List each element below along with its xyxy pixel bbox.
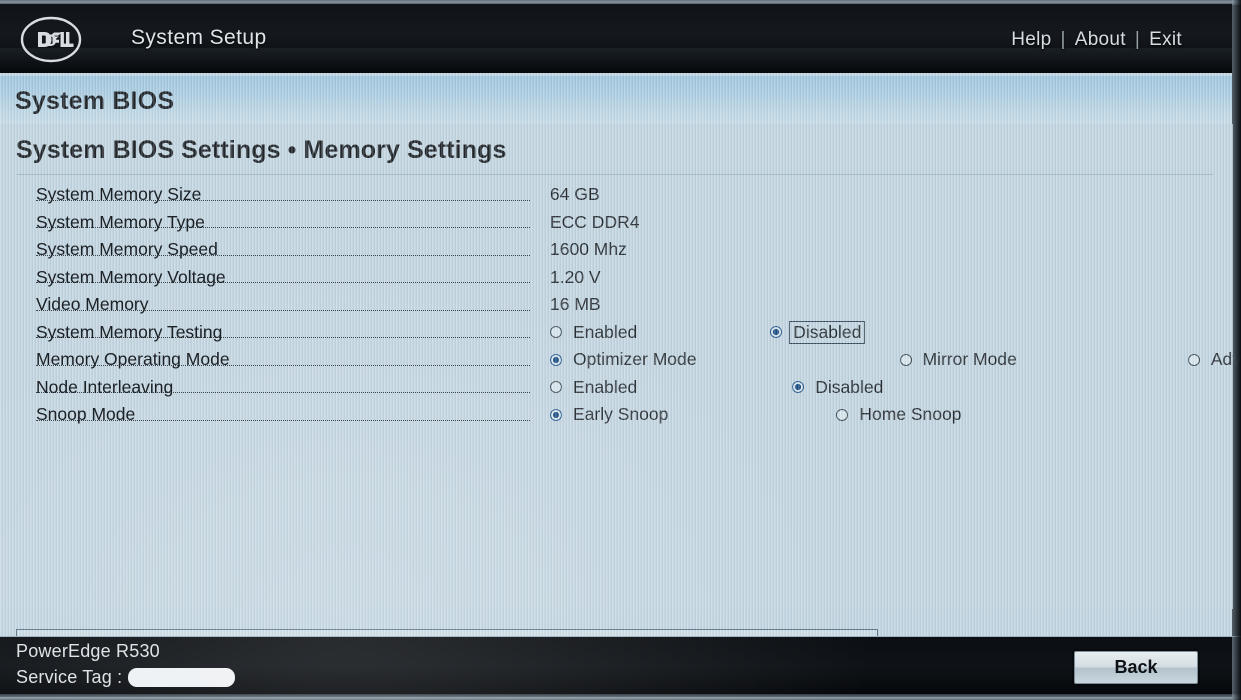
setting-value: 64 GB xyxy=(550,184,600,205)
nav-about-link[interactable]: About xyxy=(1075,29,1126,51)
radio-option[interactable]: Enabled xyxy=(550,377,640,399)
setting-row: Snoop Mode Early Snoop Home Snoop xyxy=(0,401,1232,429)
radio-option[interactable]: Mirror Mode xyxy=(899,349,1020,371)
footer-bar: PowerEdge R530 Service Tag : xyxy=(0,636,1241,697)
radio-option[interactable]: Disabled xyxy=(792,377,886,399)
radio-option-label: Disabled xyxy=(789,320,866,344)
service-tag-label: Service Tag : xyxy=(16,667,123,687)
radio-group: Early Snoop Home Snoop xyxy=(550,404,965,426)
radio-option[interactable]: Optimizer Mode xyxy=(550,349,700,371)
radio-option-label: Optimizer Mode xyxy=(573,349,697,369)
system-bios-band: System BIOS xyxy=(0,76,1232,125)
setting-row: System Memory Type ECC DDR4 xyxy=(0,209,1232,237)
radio-option-label: Early Snoop xyxy=(573,404,669,424)
header-sheen xyxy=(0,48,1232,74)
radio-option[interactable]: Disabled xyxy=(770,320,866,344)
setting-value: 1.20 V xyxy=(550,266,601,287)
radio-group: Optimizer ModeMirror ModeAdvanced ECC Mo… xyxy=(550,349,1241,371)
setting-label: System Memory Testing xyxy=(36,321,223,342)
radio-selected-icon[interactable] xyxy=(770,326,783,339)
setting-row: System Memory Voltage 1.20 V xyxy=(0,264,1232,292)
nav-help-link[interactable]: Help xyxy=(1011,29,1051,51)
radio-unselected-icon[interactable] xyxy=(899,353,912,366)
radio-selected-icon[interactable] xyxy=(550,408,562,421)
setting-row: Memory Operating Mode Optimizer Mode Mirro… xyxy=(0,346,1241,374)
radio-selected-icon[interactable] xyxy=(550,353,562,366)
radio-option-label: Disabled xyxy=(815,376,884,397)
nav-separator-1: | xyxy=(1060,29,1066,50)
setting-row: System Memory Size 64 GB xyxy=(0,181,1232,209)
setting-label: Video Memory xyxy=(36,294,149,315)
setting-label: System Memory Voltage xyxy=(36,266,226,287)
radio-option-label: Mirror Mode xyxy=(922,349,1017,369)
setting-label: Snoop Mode xyxy=(36,404,136,425)
setting-label: System Memory Speed xyxy=(36,239,218,260)
radio-option-label: Enabled xyxy=(573,321,638,342)
radio-unselected-icon[interactable] xyxy=(550,381,562,394)
setting-value: 16 MB xyxy=(550,294,601,315)
nav-separator-2: | xyxy=(1134,29,1141,50)
radio-unselected-icon[interactable] xyxy=(550,326,562,339)
setting-label: Memory Operating Mode xyxy=(36,349,230,370)
app-title: System Setup xyxy=(131,26,267,49)
service-tag-value-redacted xyxy=(128,668,236,687)
monitor-bezel-right xyxy=(1232,0,1241,700)
bios-screen: D System Setup Help | About | Exit Syste… xyxy=(0,0,1241,700)
page-title: System BIOS xyxy=(15,87,175,115)
radio-option[interactable]: Early Snoop xyxy=(550,404,671,426)
radio-group: Enabled Disabled xyxy=(550,320,866,344)
setting-label: Node Interleaving xyxy=(36,376,174,397)
breadcrumb: System BIOS Settings • Memory Settings xyxy=(16,136,507,164)
page-body: System BIOS System BIOS Settings • Memor… xyxy=(0,73,1241,700)
radio-option-label: Home Snoop xyxy=(859,404,962,424)
radio-group: Enabled Disabled xyxy=(550,377,886,399)
radio-option[interactable]: Home Snoop xyxy=(836,404,964,426)
setting-label: System Memory Size xyxy=(36,184,202,205)
radio-selected-icon[interactable] xyxy=(792,381,805,394)
nav-exit-link[interactable]: Exit xyxy=(1149,29,1182,51)
service-tag-row: Service Tag : xyxy=(16,667,236,688)
setting-row: Video Memory 16 MB xyxy=(0,291,1232,319)
setting-row: System Memory Testing Enabled Disabled xyxy=(0,319,1232,347)
settings-list: System Memory Size 64 GB System Memory Typ… xyxy=(0,181,1241,429)
setting-row: System Memory Speed 1600 Mhz xyxy=(0,236,1232,264)
setting-value: ECC DDR4 xyxy=(550,211,640,232)
dell-logo-icon: D xyxy=(18,14,84,65)
back-button[interactable]: Back xyxy=(1074,651,1198,684)
radio-unselected-icon[interactable] xyxy=(1187,353,1200,366)
system-model: PowerEdge R530 xyxy=(16,641,160,661)
monitor-bezel-bottom xyxy=(0,694,1241,700)
setting-label: System Memory Type xyxy=(36,211,205,232)
setting-row: Node Interleaving Enabled Disabled xyxy=(0,374,1232,402)
radio-option[interactable]: Enabled xyxy=(550,322,640,344)
radio-option-label: Enabled xyxy=(573,376,638,397)
radio-unselected-icon[interactable] xyxy=(836,408,849,421)
setting-value: 1600 Mhz xyxy=(550,239,627,260)
header-nav: Help | About | Exit xyxy=(1011,29,1182,51)
top-header-bar: D System Setup Help | About | Exit xyxy=(0,4,1232,74)
breadcrumb-divider xyxy=(17,174,1213,175)
